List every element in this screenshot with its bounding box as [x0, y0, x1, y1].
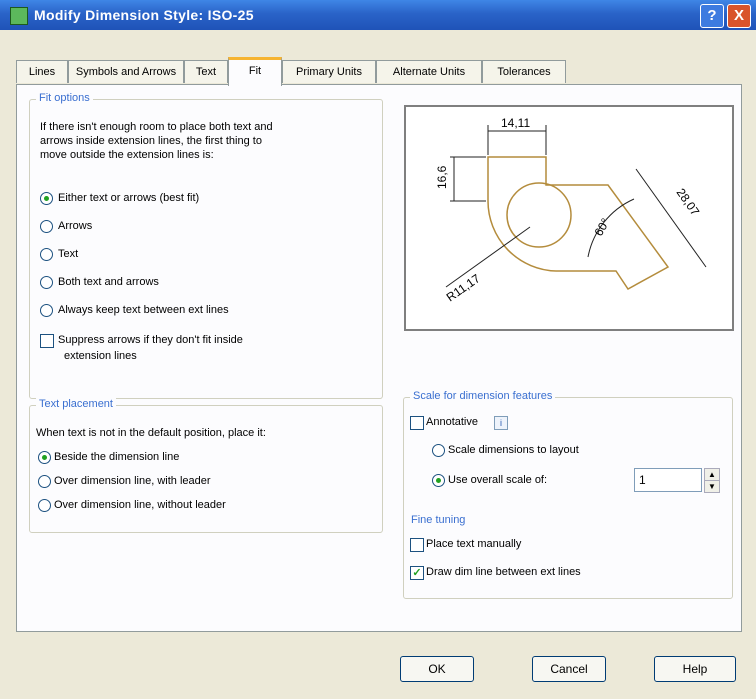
text-placement-title: Text placement: [36, 398, 116, 410]
fit-options-title: Fit options: [36, 92, 93, 104]
text-placement-prompt: When text is not in the default position…: [36, 427, 266, 439]
fit-tab-panel: Fit options If there isn't enough room t…: [16, 84, 742, 632]
tab-primary-units[interactable]: Primary Units: [282, 60, 376, 83]
radio-text[interactable]: [40, 248, 53, 261]
overall-scale-input[interactable]: 1: [634, 468, 702, 492]
radio-text-label: Text: [58, 248, 79, 260]
suppress-arrows-label-2: extension lines: [64, 350, 137, 362]
app-icon: [10, 7, 28, 25]
radio-overall-scale[interactable]: [432, 474, 445, 487]
fit-description-line-1: If there isn't enough room to place both…: [40, 121, 273, 133]
text-placement-group: Text placement When text is not in the d…: [29, 398, 383, 533]
draw-dim-line-label: Draw dim line between ext lines: [426, 566, 581, 578]
dimension-preview: 14,11 16,6 60° 28,07 R11,17: [404, 105, 734, 331]
radio-over-without-leader[interactable]: [38, 499, 51, 512]
tab-text[interactable]: Text: [184, 60, 228, 83]
preview-label-diagonal: 28,07: [674, 186, 703, 219]
tab-lines[interactable]: Lines: [16, 60, 68, 83]
preview-label-left: 16,6: [435, 165, 449, 189]
window-title: Modify Dimension Style: ISO-25: [34, 7, 254, 23]
tab-alternate-units[interactable]: Alternate Units: [376, 60, 482, 83]
preview-drawing: 14,11 16,6 60° 28,07 R11,17: [435, 116, 707, 304]
close-button[interactable]: X: [727, 4, 751, 28]
cancel-button[interactable]: Cancel: [532, 656, 606, 682]
radio-beside-dim-line[interactable]: [38, 451, 51, 464]
title-help-button[interactable]: ?: [700, 4, 724, 28]
radio-over-with-leader-label: Over dimension line, with leader: [54, 475, 211, 487]
radio-over-with-leader[interactable]: [38, 475, 51, 488]
radio-scale-to-layout[interactable]: [432, 444, 445, 457]
radio-arrows-label: Arrows: [58, 220, 93, 232]
radio-best-fit-label: Either text or arrows (best fit): [58, 192, 200, 204]
tab-fit[interactable]: Fit: [228, 57, 282, 86]
spin-down-button[interactable]: ▼: [704, 480, 720, 493]
annotative-info-icon[interactable]: i: [494, 416, 508, 430]
radio-overall-scale-label: Use overall scale of:: [448, 474, 548, 486]
place-text-manually-label: Place text manually: [426, 538, 522, 550]
scale-title: Scale for dimension features: [410, 390, 556, 402]
ok-button[interactable]: OK: [400, 656, 474, 682]
radio-both-text-arrows[interactable]: [40, 276, 53, 289]
radio-arrows[interactable]: [40, 220, 53, 233]
radio-both-text-arrows-label: Both text and arrows: [58, 276, 159, 288]
preview-label-angle: 60°: [591, 216, 612, 239]
radio-best-fit[interactable]: [40, 192, 53, 205]
preview-label-top: 14,11: [501, 116, 530, 130]
fine-tuning-title: Fine tuning: [408, 514, 469, 526]
radio-over-without-leader-label: Over dimension line, without leader: [54, 499, 226, 511]
fit-description-line-2: arrows inside extension lines, the first…: [40, 135, 262, 147]
preview-label-radius: R11,17: [444, 271, 483, 304]
suppress-arrows-label-1: Suppress arrows if they don't fit inside: [58, 334, 243, 346]
annotative-checkbox[interactable]: [410, 416, 424, 430]
annotative-label: Annotative: [426, 416, 478, 428]
suppress-arrows-checkbox[interactable]: [40, 334, 54, 348]
tab-tolerances[interactable]: Tolerances: [482, 60, 566, 83]
radio-scale-to-layout-label: Scale dimensions to layout: [448, 444, 579, 456]
radio-keep-text-between[interactable]: [40, 304, 53, 317]
help-button[interactable]: Help: [654, 656, 736, 682]
radio-keep-text-between-label: Always keep text between ext lines: [58, 304, 229, 316]
tab-symbols-and-arrows[interactable]: Symbols and Arrows: [68, 60, 184, 83]
fit-options-group: Fit options If there isn't enough room t…: [29, 92, 383, 399]
place-text-manually-checkbox[interactable]: [410, 538, 424, 552]
draw-dim-line-checkbox[interactable]: ✓: [410, 566, 424, 580]
radio-beside-dim-line-label: Beside the dimension line: [54, 451, 180, 463]
title-bar: Modify Dimension Style: ISO-25 ? X: [0, 0, 756, 30]
fit-description-line-3: move outside the extension lines is:: [40, 149, 214, 161]
scale-group: Scale for dimension features Annotative …: [403, 390, 733, 599]
